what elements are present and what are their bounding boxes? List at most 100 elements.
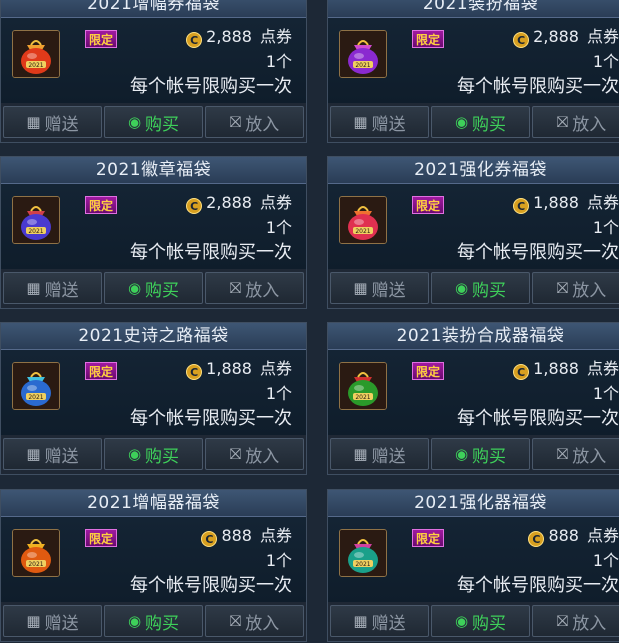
buy-button[interactable]: ◉ 购买 <box>431 106 530 138</box>
gift-icon: ▦ <box>26 445 41 463</box>
item-title: 2021史诗之路福袋 <box>1 323 306 350</box>
buy-button[interactable]: ◉ 购买 <box>431 272 530 304</box>
limited-badge: 限定 <box>412 529 444 547</box>
purchase-limit: 每个帐号限购买一次 <box>130 76 292 97</box>
item-price: C 888 点券 <box>528 525 619 547</box>
gift-button[interactable]: ▦ 赠送 <box>330 106 429 138</box>
add-to-cart-button[interactable]: ⛝ 放入 <box>205 605 304 637</box>
gift-button[interactable]: ▦ 赠送 <box>3 272 102 304</box>
item-quantity: 1个 <box>592 218 619 237</box>
lucky-bag-icon[interactable]: 2021 <box>339 30 387 78</box>
gift-button[interactable]: ▦ 赠送 <box>330 272 429 304</box>
buy-button[interactable]: ◉ 购买 <box>104 438 203 470</box>
svg-text:2021: 2021 <box>355 561 370 568</box>
purchase-limit: 每个帐号限购买一次 <box>130 242 292 263</box>
svg-text:2021: 2021 <box>28 62 43 69</box>
item-card[interactable]: 2021史诗之路福袋 2021 限定 C 1,888 点券 1个 每个帐号限购买一次 ▦ 赠送 ◉ 购… <box>0 322 307 475</box>
item-card[interactable]: 2021强化器福袋 2021 限定 C 888 点券 1个 每个帐号限购买一次 ▦ 赠送 ◉ 购买 ⛝ 放… <box>327 489 619 642</box>
item-price: C 1,888 点券 <box>186 358 292 380</box>
gift-label: 赠送 <box>371 446 406 467</box>
coin-icon: C <box>186 32 203 48</box>
item-title: 2021增幅券福袋 <box>1 0 306 18</box>
cart-label: 放入 <box>245 446 280 467</box>
item-card[interactable]: 2021徽章福袋 2021 限定 C 2,888 点券 1个 每个帐号限购买一次 ▦ 赠送 ◉ 购买 ⛝… <box>0 156 307 309</box>
gift-button[interactable]: ▦ 赠送 <box>3 605 102 637</box>
item-card[interactable]: 2021装扮福袋 2021 限定 C 2,888 点券 1个 每个帐号限购买一次 ▦ 赠送 ◉ 购买 ⛝… <box>327 0 619 143</box>
item-actions: ▦ 赠送 ◉ 购买 ⛝ 放入 <box>328 104 619 144</box>
add-to-cart-button[interactable]: ⛝ 放入 <box>532 272 619 304</box>
svg-text:2021: 2021 <box>28 394 43 401</box>
item-title: 2021增幅器福袋 <box>1 490 306 517</box>
purchase-limit: 每个帐号限购买一次 <box>130 575 292 596</box>
purchase-limit: 每个帐号限购买一次 <box>130 408 292 429</box>
price-currency: 点券 <box>259 27 292 46</box>
item-card[interactable]: 2021增幅券福袋 2021 限定 C 2,888 点券 1个 每个帐号限购买一次 ▦ 赠送 ◉ 购买… <box>0 0 307 143</box>
limited-badge: 限定 <box>85 529 117 547</box>
gift-icon: ▦ <box>353 279 368 297</box>
item-card[interactable]: 2021强化券福袋 2021 限定 C 1,888 点券 1个 每个帐号限购买一次 ▦ 赠送 ◉ 购买… <box>327 156 619 309</box>
item-body: 2021 限定 C 2,888 点券 1个 每个帐号限购买一次 <box>1 184 306 269</box>
gift-button[interactable]: ▦ 赠送 <box>3 106 102 138</box>
lucky-bag-icon[interactable]: 2021 <box>12 529 60 577</box>
item-actions: ▦ 赠送 ◉ 购买 ⛝ 放入 <box>1 270 306 310</box>
add-to-cart-button[interactable]: ⛝ 放入 <box>532 438 619 470</box>
buy-button[interactable]: ◉ 购买 <box>431 438 530 470</box>
item-actions: ▦ 赠送 ◉ 购买 ⛝ 放入 <box>1 603 306 643</box>
item-quantity: 1个 <box>265 551 292 570</box>
buy-icon: ◉ <box>127 612 142 630</box>
cart-icon: ⛝ <box>229 612 242 630</box>
lucky-bag-icon[interactable]: 2021 <box>339 196 387 244</box>
cart-icon: ⛝ <box>556 279 569 297</box>
price-value: 2,888 <box>533 27 579 46</box>
buy-icon: ◉ <box>127 279 142 297</box>
buy-label: 购买 <box>472 446 507 467</box>
item-quantity: 1个 <box>265 384 292 403</box>
gift-button[interactable]: ▦ 赠送 <box>330 438 429 470</box>
buy-button[interactable]: ◉ 购买 <box>431 605 530 637</box>
gift-button[interactable]: ▦ 赠送 <box>330 605 429 637</box>
gift-label: 赠送 <box>371 613 406 634</box>
item-quantity: 1个 <box>592 551 619 570</box>
limited-badge: 限定 <box>412 196 444 214</box>
limited-badge: 限定 <box>412 362 444 380</box>
lucky-bag-icon[interactable]: 2021 <box>12 362 60 410</box>
limited-badge: 限定 <box>85 196 117 214</box>
add-to-cart-button[interactable]: ⛝ 放入 <box>205 272 304 304</box>
limited-badge: 限定 <box>85 30 117 48</box>
price-currency: 点券 <box>259 359 292 378</box>
price-value: 1,888 <box>206 359 252 378</box>
lucky-bag-icon[interactable]: 2021 <box>339 362 387 410</box>
gift-button[interactable]: ▦ 赠送 <box>3 438 102 470</box>
item-actions: ▦ 赠送 ◉ 购买 ⛝ 放入 <box>328 603 619 643</box>
svg-text:2021: 2021 <box>28 228 43 235</box>
cart-label: 放入 <box>245 280 280 301</box>
purchase-limit: 每个帐号限购买一次 <box>457 575 619 596</box>
item-body: 2021 限定 C 888 点券 1个 每个帐号限购买一次 <box>1 517 306 602</box>
item-quantity: 1个 <box>265 218 292 237</box>
item-price: C 1,888 点券 <box>513 358 619 380</box>
buy-button[interactable]: ◉ 购买 <box>104 605 203 637</box>
item-actions: ▦ 赠送 ◉ 购买 ⛝ 放入 <box>328 436 619 476</box>
limited-badge: 限定 <box>412 30 444 48</box>
lucky-bag-icon[interactable]: 2021 <box>339 529 387 577</box>
gift-icon: ▦ <box>353 113 368 131</box>
add-to-cart-button[interactable]: ⛝ 放入 <box>532 605 619 637</box>
buy-button[interactable]: ◉ 购买 <box>104 272 203 304</box>
item-body: 2021 限定 C 2,888 点券 1个 每个帐号限购买一次 <box>1 18 306 103</box>
item-body: 2021 限定 C 888 点券 1个每个帐号限购买一次 <box>328 517 619 602</box>
add-to-cart-button[interactable]: ⛝ 放入 <box>205 438 304 470</box>
buy-icon: ◉ <box>454 445 469 463</box>
lucky-bag-icon[interactable]: 2021 <box>12 196 60 244</box>
item-card[interactable]: 2021增幅器福袋 2021 限定 C 888 点券 1个 每个帐号限购买一次 ▦ 赠送 ◉ 购买 ⛝ 放… <box>0 489 307 642</box>
item-quantity: 1个 <box>592 384 619 403</box>
cart-label: 放入 <box>572 613 607 634</box>
add-to-cart-button[interactable]: ⛝ 放入 <box>205 106 304 138</box>
item-price: C 2,888 点券 <box>513 26 619 48</box>
buy-button[interactable]: ◉ 购买 <box>104 106 203 138</box>
lucky-bag-icon[interactable]: 2021 <box>12 30 60 78</box>
gift-icon: ▦ <box>353 612 368 630</box>
item-card[interactable]: 2021装扮合成器福袋 2021 限定 C 1,888 点券 1个 每个帐号限购买一次 ▦ 赠送 ◉… <box>327 322 619 475</box>
add-to-cart-button[interactable]: ⛝ 放入 <box>532 106 619 138</box>
item-title: 2021强化器福袋 <box>328 490 619 517</box>
buy-icon: ◉ <box>454 113 469 131</box>
